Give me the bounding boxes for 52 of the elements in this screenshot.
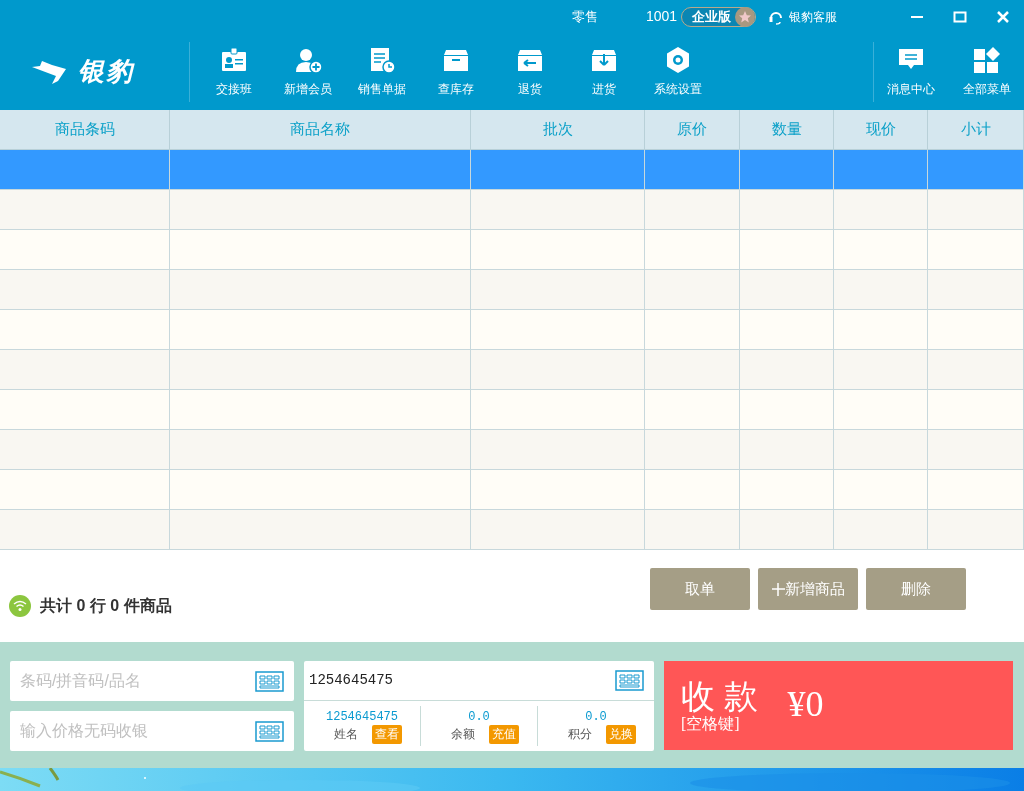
search-field[interactable]: 条码/拼音码/品名 (10, 661, 294, 701)
toolbar-button[interactable]: 全部菜单 (950, 33, 1024, 110)
maximize-icon (952, 9, 967, 24)
stat-label: 余额 (451, 726, 475, 743)
stat-button[interactable]: 查看 (372, 724, 402, 744)
plus-icon (771, 582, 785, 596)
brand-logo: 银豹 (78, 55, 134, 88)
keyboard-icon (255, 671, 284, 692)
table-row[interactable] (0, 150, 1024, 190)
member-input[interactable]: 1254645475 (309, 670, 615, 691)
settings-icon (664, 45, 692, 74)
table-row[interactable] (0, 350, 1024, 390)
table-row[interactable] (0, 390, 1024, 430)
toolbar-button[interactable]: 退货 (493, 33, 567, 110)
toolbar-button[interactable]: 系统设置 (641, 33, 715, 110)
toolbar-button[interactable]: 销售单据 (345, 33, 419, 110)
action-button[interactable]: 新增商品 (758, 568, 858, 610)
stat-value: 1254645475 (326, 708, 398, 725)
table-row[interactable] (0, 270, 1024, 310)
wifi-icon (9, 595, 31, 617)
edition-badge: 企业版 (681, 6, 757, 27)
minimize-icon (910, 15, 923, 18)
grid-icon (973, 45, 1001, 74)
stat-label: 姓名 (334, 726, 358, 743)
stat-value: 0.0 (585, 708, 607, 725)
table-row[interactable] (0, 230, 1024, 270)
search-field[interactable]: 输入价格无码收银 (10, 711, 294, 751)
user-id: 1001 (646, 7, 678, 26)
toolbar-button[interactable]: 消息中心 (874, 33, 948, 110)
toolbar-button[interactable]: 查库存 (419, 33, 493, 110)
stat-button[interactable]: 兑换 (606, 724, 636, 744)
keyboard-icon (615, 670, 644, 691)
id-badge-icon (220, 45, 248, 74)
window-title: 零售 (571, 7, 599, 26)
table-row[interactable] (0, 470, 1024, 510)
table-row[interactable] (0, 430, 1024, 470)
stat-label: 积分 (568, 726, 592, 743)
summary-text: 共计 0 行 0 件商品 (40, 596, 172, 616)
toolbar-button[interactable]: 新增会员 (271, 33, 345, 110)
document-clock-icon (368, 45, 396, 74)
toolbar-button[interactable]: 交接班 (197, 33, 271, 110)
action-button[interactable]: 取单 (650, 568, 750, 610)
support-link[interactable]: 银豹客服 (768, 7, 838, 26)
stat-value: 0.0 (468, 708, 490, 725)
close-icon (995, 9, 1010, 24)
toolbar-button[interactable]: 进货 (567, 33, 641, 110)
table-row[interactable] (0, 190, 1024, 230)
table-row[interactable] (0, 310, 1024, 350)
table-row[interactable] (0, 510, 1024, 550)
stat-button[interactable]: 充值 (489, 724, 519, 744)
keyboard-icon (255, 721, 284, 742)
action-button[interactable]: 删除 (866, 568, 966, 610)
